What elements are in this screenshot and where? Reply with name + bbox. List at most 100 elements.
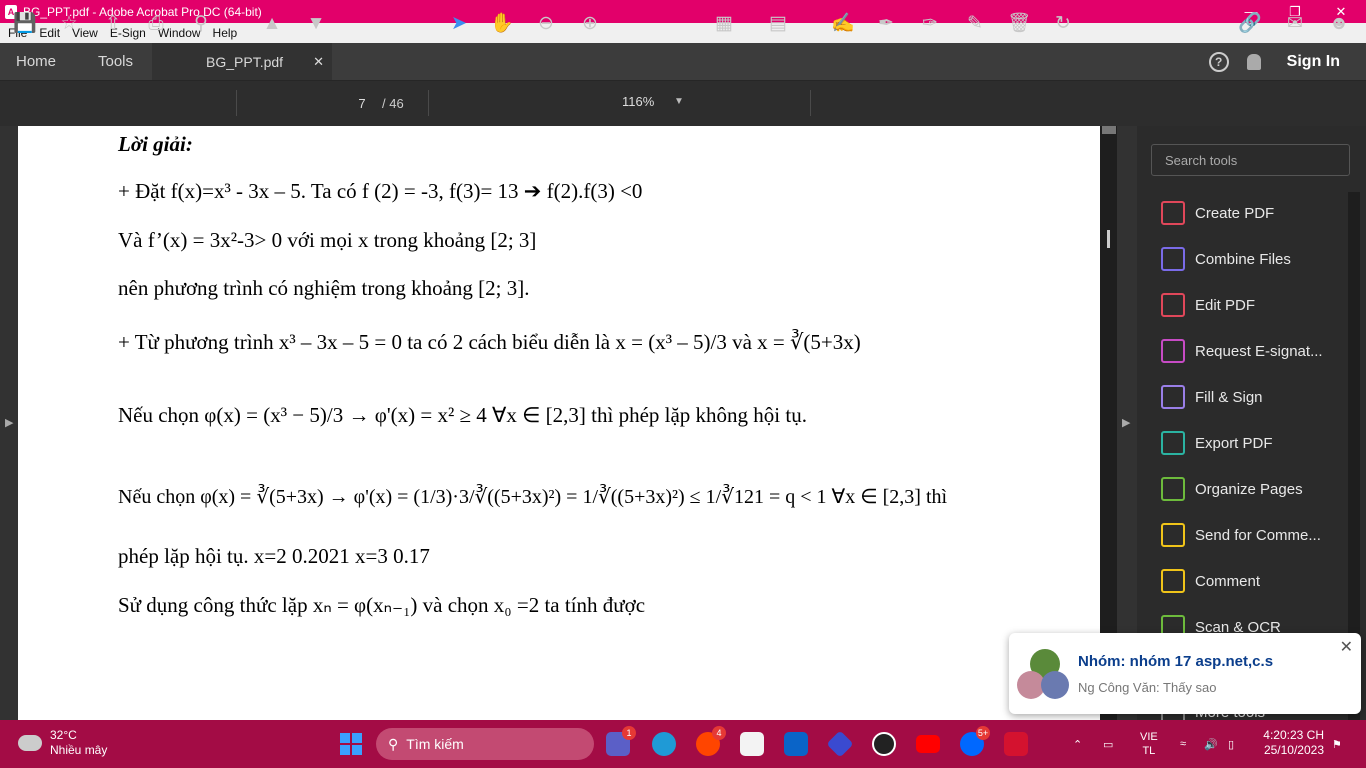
notification-center-bell-icon[interactable]: ⚑ — [1332, 720, 1342, 768]
rotate-icon[interactable]: ↻ — [1051, 11, 1075, 35]
document-scrollbar[interactable] — [1100, 126, 1117, 720]
tab-tools[interactable]: Tools — [82, 43, 152, 80]
next-page-icon[interactable]: ▼ — [304, 11, 328, 35]
tool-label: Export PDF — [1195, 434, 1273, 452]
close-notification-icon[interactable]: ✕ — [1340, 637, 1353, 657]
link-icon[interactable]: 🔗 — [1238, 11, 1262, 35]
search-tools-input[interactable]: Search tools — [1151, 144, 1350, 176]
tool-export-pdf[interactable]: Export PDF — [1161, 428, 1273, 458]
weather-condition: Nhiều mây — [50, 743, 108, 757]
tool-create-pdf[interactable]: Create PDF — [1161, 198, 1274, 228]
notification-message: Ng Công Văn: Thấy sao — [1078, 680, 1217, 695]
tool-label: Create PDF — [1195, 204, 1275, 222]
tool-label: Comment — [1195, 572, 1261, 590]
date: 25/10/2023 — [1263, 743, 1324, 757]
tool-comment[interactable]: Comment — [1161, 566, 1260, 596]
scroll-mode-icon[interactable]: ▤ — [766, 11, 790, 35]
zoom-dropdown-icon[interactable]: ▼ — [674, 96, 684, 107]
tab-document[interactable]: BG_PPT.pdf ✕ — [152, 43, 332, 80]
scrollbar-thumb[interactable] — [1107, 230, 1110, 248]
teams-icon[interactable]: 1 — [606, 726, 636, 756]
tab-home[interactable]: Home — [0, 43, 82, 80]
tool-combine-files[interactable]: Combine Files — [1161, 244, 1291, 274]
save-icon[interactable]: 💾 — [13, 11, 37, 35]
create-pdf-icon — [1161, 201, 1185, 225]
text-line: nên phương trình có nghiệm trong khoảng … — [118, 276, 530, 300]
acrobat-taskbar-icon[interactable] — [1004, 732, 1028, 756]
tool-edit-pdf[interactable]: Edit PDF — [1161, 290, 1255, 320]
select-cursor-icon[interactable]: ➤ — [447, 11, 471, 35]
solution-heading: Lời giải: — [118, 132, 193, 156]
page-display-icon[interactable]: ▦ — [712, 11, 736, 35]
close-tab-icon[interactable]: ✕ — [313, 54, 324, 70]
edit-text-icon[interactable]: ✎ — [963, 11, 987, 35]
comment-icon — [1161, 569, 1185, 593]
sign-pen-icon[interactable]: ✑ — [918, 11, 942, 35]
text-line: + Đặt f(x)=x³ - 3x – 5. Ta có f (2) = -3… — [118, 179, 643, 203]
share-user-icon[interactable]: ☻ — [1327, 11, 1351, 35]
media-player-icon[interactable] — [872, 732, 896, 756]
reddit-icon[interactable]: 4 — [696, 726, 726, 756]
temperature: 32°C — [50, 728, 77, 742]
outlook-icon[interactable] — [784, 732, 808, 756]
highlight-pen-icon[interactable]: ✒ — [874, 11, 898, 35]
delete-icon[interactable]: 🗑 — [1007, 11, 1031, 35]
notification-bell-icon[interactable] — [1246, 53, 1261, 70]
battery-icon[interactable]: ▯ — [1228, 720, 1234, 768]
text-line: phép lặp hội tụ. x=2 0.2021 x=3 0.17 — [118, 544, 430, 568]
zoom-level[interactable]: 116% — [622, 94, 654, 109]
tool-request-esignature[interactable]: Request E-signat... — [1161, 336, 1323, 366]
toolbar-divider — [810, 90, 811, 116]
hand-tool-icon[interactable]: ✋ — [490, 11, 514, 35]
volume-icon[interactable]: 🔊 — [1204, 720, 1218, 768]
tool-send-for-comments[interactable]: Send for Comme... — [1161, 520, 1321, 550]
zalo-icon[interactable]: 5+ — [960, 726, 990, 756]
edge-icon[interactable] — [652, 732, 676, 756]
taskbar: 32°C Nhiều mây ⚲ Tìm kiếm 1 4 5+ ⌃ ▭ VIE… — [0, 720, 1366, 768]
zoom-in-icon[interactable]: ⊕ — [578, 11, 602, 35]
sign-in-button[interactable]: Sign In — [1287, 53, 1340, 71]
search-icon: ⚲ — [388, 735, 399, 752]
show-hidden-icons[interactable]: ⌃ — [1073, 720, 1082, 768]
page-number-input[interactable]: 7 — [348, 92, 376, 114]
tool-label: Send for Comme... — [1195, 526, 1321, 544]
previous-page-icon[interactable]: ▲ — [260, 11, 284, 35]
taskbar-search[interactable]: ⚲ Tìm kiếm — [376, 728, 594, 760]
request-esignature-icon — [1161, 339, 1185, 363]
tools-panel: Search tools Create PDF Combine Files Ed… — [1137, 126, 1366, 720]
teams-badge: 1 — [622, 726, 636, 740]
copilot-icon[interactable] — [826, 730, 854, 758]
tool-label: Request E-signat... — [1195, 342, 1323, 360]
tool-fill-sign[interactable]: Fill & Sign — [1161, 382, 1263, 412]
expand-left-pane-icon[interactable]: ▶ — [5, 416, 13, 429]
tablet-icon[interactable]: ▭ — [1103, 720, 1113, 768]
zoom-out-icon[interactable]: ⊖ — [534, 11, 558, 35]
fill-sign-icon — [1161, 385, 1185, 409]
upload-cloud-icon[interactable]: ⇧ — [101, 11, 125, 35]
collapse-right-pane-icon[interactable]: ▶ — [1122, 416, 1130, 429]
print-icon[interactable]: ⎙ — [144, 11, 168, 35]
youtube-icon[interactable] — [916, 735, 940, 753]
right-pane-strip: ▶ — [1117, 126, 1137, 720]
edit-pdf-icon — [1161, 293, 1185, 317]
chat-notification[interactable]: Nhóm: nhóm 17 asp.net,c.s Ng Công Văn: T… — [1009, 633, 1361, 714]
lang-bottom: TL — [1142, 745, 1156, 757]
zoom-search-icon[interactable]: ⚲ — [189, 11, 213, 35]
time: 4:20:23 CH — [1263, 728, 1324, 742]
weather-widget[interactable]: 32°C Nhiều mây — [18, 728, 107, 758]
input-language[interactable]: VIE TL — [1140, 720, 1158, 768]
wifi-icon[interactable]: ≈ — [1180, 720, 1186, 768]
text-line: Sử dụng công thức lặp xₙ = φ(xₙ₋₁) và ch… — [118, 593, 646, 617]
clock[interactable]: 4:20:23 CH 25/10/2023 — [1258, 728, 1324, 758]
total-pages: / 46 — [382, 96, 404, 111]
tool-organize-pages[interactable]: Organize Pages — [1161, 474, 1303, 504]
comment-icon[interactable]: ✍ — [831, 11, 855, 35]
microsoft-store-icon[interactable] — [740, 732, 764, 756]
windows-start-icon[interactable] — [340, 733, 362, 755]
help-icon[interactable]: ? — [1208, 51, 1229, 72]
bookmark-star-icon[interactable]: ☆ — [57, 11, 81, 35]
group-avatar — [1041, 671, 1069, 699]
pdf-page: Lời giải: + Đặt f(x)=x³ - 3x – 5. Ta có … — [18, 126, 1100, 720]
lang-top: VIE — [1140, 731, 1158, 743]
email-icon[interactable]: ✉ — [1283, 11, 1307, 35]
